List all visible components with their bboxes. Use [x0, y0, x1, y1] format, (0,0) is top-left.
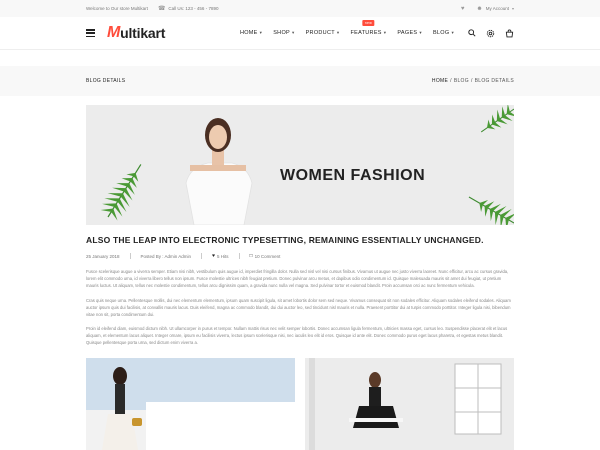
heart-icon: ♥ — [212, 253, 216, 259]
meta-divider — [129, 253, 131, 259]
comment-icon: □ — [249, 253, 253, 259]
nav-item-product[interactable]: PRODUCT ▾ — [306, 30, 340, 36]
nav-item-shop[interactable]: SHOP ▾ — [273, 30, 294, 36]
phone-icon: ☎ — [157, 5, 166, 12]
cart-icon[interactable] — [505, 29, 514, 38]
my-account-link[interactable]: ☻ My Account ▾ — [476, 6, 514, 12]
search-icon[interactable] — [468, 29, 476, 37]
chevron-down-icon: ▾ — [511, 5, 514, 11]
chevron-down-icon: ▾ — [336, 30, 340, 35]
post-paragraph-1: Fusce scelerisque augue a viverra semper… — [86, 269, 509, 288]
heart-icon[interactable]: ♥ — [461, 6, 465, 12]
breadcrumb-blog[interactable]: BLOG — [454, 78, 469, 84]
nav-item-pages[interactable]: PAGES ▾ — [397, 30, 422, 36]
comments-count: 10 Comment — [254, 253, 281, 259]
post-meta: 25 January 2018 Posted By : Admin Admin … — [86, 253, 280, 259]
page-title: BLOG DETAILS — [86, 78, 126, 84]
leaf-left — [100, 164, 142, 221]
logo-text: ultikart — [120, 25, 166, 41]
nav-label: BLOG — [432, 30, 450, 36]
breadcrumb-bar: BLOG DETAILS HOME / BLOG / BLOG DETAILS — [0, 66, 600, 96]
post-date: 25 January 2018 — [86, 253, 120, 259]
welcome-text: Welcome to Our store Multikart — [86, 6, 148, 11]
post-author[interactable]: Posted By : Admin Admin — [141, 254, 192, 259]
hero-banner: WOMEN FASHION — [86, 105, 514, 225]
gear-icon[interactable] — [486, 29, 495, 38]
post-paragraph-2: Cras quis neque urna. Pellentesque molli… — [86, 298, 511, 317]
chevron-down-icon: ▾ — [419, 30, 422, 35]
nav-label: PRODUCT — [305, 30, 335, 36]
post-title: ALSO THE LEAP INTO ELECTRONIC TYPESETTIN… — [86, 235, 484, 245]
nav-item-features[interactable]: new FEATURES ▾ — [350, 20, 387, 36]
nav-label: HOME — [239, 30, 258, 36]
chevron-down-icon: ▾ — [451, 30, 454, 35]
main-nav: HOME ▾ SHOP ▾ PRODUCT ▾ new FEATURES ▾ PAGES… — [240, 20, 454, 36]
new-badge: new — [362, 20, 375, 26]
hits-count: 5 Hits — [217, 253, 229, 259]
logo-mark: M — [107, 24, 121, 41]
leaf-right-top — [480, 105, 514, 133]
user-icon: ☻ — [476, 5, 483, 12]
model-figure — [185, 118, 253, 225]
breadcrumb-current: BLOG DETAILS — [474, 78, 514, 84]
nav-label: PAGES — [397, 30, 418, 36]
logo[interactable]: M ultikart — [107, 24, 165, 42]
meta-divider — [201, 253, 203, 259]
nav-label: FEATURES — [350, 30, 382, 36]
menu-icon[interactable] — [86, 29, 95, 37]
post-paragraph-3: Proin id eleifend diam, euismod dictum n… — [86, 326, 508, 345]
banner-title: WOMEN FASHION — [280, 167, 426, 184]
breadcrumb: HOME / BLOG / BLOG DETAILS — [432, 78, 514, 84]
post-hits: ♥ 5 Hits — [212, 253, 228, 259]
banner-illustration — [100, 105, 514, 225]
rooftop-scene — [86, 358, 295, 450]
my-account-label: My Account — [485, 6, 509, 11]
phone-info: ☎ Call Us: 123 - 456 - 7890 — [158, 6, 219, 12]
main-header: M ultikart HOME ▾ SHOP ▾ PRODUCT ▾ new FEAT… — [0, 17, 600, 50]
top-bar: Welcome to Our store Multikart ☎ Call Us… — [0, 0, 600, 17]
breadcrumb-separator: / — [450, 78, 452, 84]
chevron-down-icon: ▾ — [259, 30, 263, 35]
studio-scene — [305, 358, 514, 450]
header-icons — [468, 29, 514, 38]
breadcrumb-home[interactable]: HOME — [432, 78, 448, 84]
nav-item-blog[interactable]: BLOG ▾ — [433, 30, 454, 36]
nav-item-home[interactable]: HOME ▾ — [240, 30, 262, 36]
nav-label: SHOP — [273, 30, 291, 36]
post-comments[interactable]: □ 10 Comment — [250, 253, 281, 259]
post-image-right — [305, 358, 514, 450]
breadcrumb-separator: / — [470, 78, 473, 84]
phone-text: Call Us: 123 - 456 - 7890 — [168, 6, 219, 11]
chevron-down-icon: ▾ — [383, 30, 387, 35]
meta-divider — [238, 253, 240, 259]
chevron-down-icon: ▾ — [292, 30, 295, 35]
leaf-right-bottom — [468, 196, 514, 225]
post-image-left — [86, 358, 295, 450]
